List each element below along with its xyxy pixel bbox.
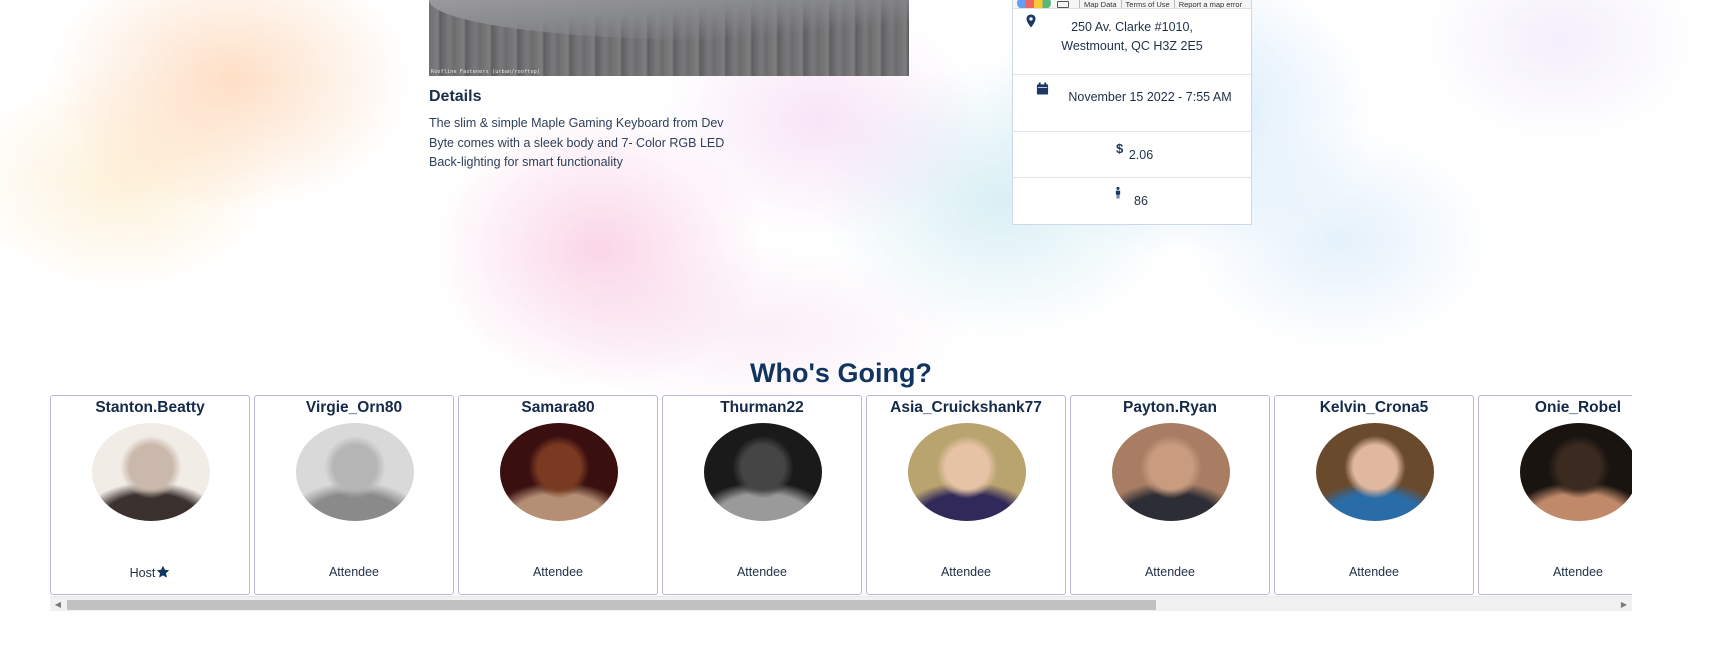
attendee-card[interactable]: Asia_Cruickshank77 Attendee — [866, 395, 1066, 595]
attendee-card[interactable]: Samara80 Attendee — [458, 395, 658, 595]
avatar[interactable] — [92, 423, 210, 521]
attendee-role-label: Attendee — [459, 565, 657, 579]
details-section: Details The slim & simple Maple Gaming K… — [429, 88, 749, 173]
attendee-username[interactable]: Samara80 — [459, 399, 657, 417]
address-row: 250 Av. Clarke #1010, Westmount, QC H3Z … — [1013, 9, 1251, 75]
map-pin-icon — [1024, 14, 1038, 28]
attendee-role-label: Attendee — [1275, 565, 1473, 579]
attendee-card[interactable]: Stanton.Beatty Host — [50, 395, 250, 595]
star-icon — [156, 565, 170, 579]
attendee-count-row: 86 — [1013, 178, 1251, 224]
attendee-card[interactable]: Thurman22 Attendee — [662, 395, 862, 595]
whos-going-title: Who's Going? — [750, 358, 932, 388]
role-text: Attendee — [532, 565, 584, 579]
attendee-username[interactable]: Asia_Cruickshank77 — [867, 399, 1065, 417]
role-text: Attendee — [1348, 565, 1400, 579]
attendee-username[interactable]: Stanton.Beatty — [51, 399, 249, 417]
event-photo: Roofline Fasteners (urban/rooftop) — [429, 0, 909, 76]
scroll-left-arrow-icon[interactable]: ◀ — [53, 600, 63, 610]
role-text: Attendee — [1144, 565, 1196, 579]
event-datetime: November 15 2022 - 7:55 AM — [1068, 90, 1232, 104]
role-text: Attendee — [940, 565, 992, 579]
attendee-role-label: Attendee — [663, 565, 861, 579]
scroll-right-arrow-icon[interactable]: ▶ — [1619, 600, 1629, 610]
attendee-card[interactable]: Onie_Robel Attendee — [1478, 395, 1632, 595]
avatar[interactable] — [704, 423, 822, 521]
host-role-label: Host — [51, 565, 249, 580]
keyboard-shortcuts-icon[interactable] — [1057, 1, 1069, 8]
event-info-card: Map Data Terms of Use Report a map error 2… — [1012, 0, 1252, 225]
report-map-error-link[interactable]: Report a map error — [1173, 0, 1246, 8]
person-icon — [1112, 186, 1126, 200]
attendee-card[interactable]: Kelvin_Crona5 Attendee — [1274, 395, 1474, 595]
attendee-count: 86 — [1134, 194, 1148, 208]
role-text: Attendee — [328, 565, 380, 579]
attendee-cards: Stanton.Beatty Host Virgie_Orn80 Attendee Sa… — [50, 395, 1632, 595]
avatar[interactable] — [1520, 423, 1632, 521]
avatar[interactable] — [1316, 423, 1434, 521]
avatar[interactable] — [500, 423, 618, 521]
map-links: Map Data Terms of Use Report a map error — [1079, 0, 1246, 8]
price-row: $ 2.06 — [1013, 132, 1251, 178]
attendee-role-label: Attendee — [867, 565, 1065, 579]
details-heading: Details — [429, 88, 482, 105]
attendee-role-label: Attendee — [255, 565, 453, 579]
map-data-link[interactable]: Map Data — [1079, 0, 1121, 8]
event-price: 2.06 — [1128, 148, 1154, 162]
date-row: November 15 2022 - 7:55 AM — [1013, 75, 1251, 132]
attendee-username[interactable]: Kelvin_Crona5 — [1275, 399, 1473, 417]
avatar[interactable] — [296, 423, 414, 521]
attendee-role-label: Attendee — [1071, 565, 1269, 579]
role-text: Attendee — [1552, 565, 1604, 579]
calendar-icon — [1036, 82, 1050, 96]
attendee-username[interactable]: Virgie_Orn80 — [255, 399, 453, 417]
details-description: The slim & simple Maple Gaming Keyboard … — [429, 116, 725, 169]
scrollbar-thumb[interactable] — [67, 600, 1156, 610]
attendee-username[interactable]: Thurman22 — [663, 399, 861, 417]
attendee-carousel[interactable]: Stanton.Beatty Host Virgie_Orn80 Attendee Sa… — [50, 395, 1632, 613]
role-text: Host — [129, 566, 156, 580]
google-logo[interactable] — [1017, 0, 1051, 8]
avatar[interactable] — [1112, 423, 1230, 521]
attendee-card[interactable]: Virgie_Orn80 Attendee — [254, 395, 454, 595]
attendee-role-label: Attendee — [1479, 565, 1632, 579]
avatar[interactable] — [908, 423, 1026, 521]
address-line-1: 250 Av. Clarke #1010, — [1071, 20, 1193, 34]
map-attribution-bar: Map Data Terms of Use Report a map error — [1013, 0, 1251, 9]
horizontal-scrollbar[interactable]: ◀ ▶ — [50, 596, 1632, 611]
attendee-card[interactable]: Payton.Ryan Attendee — [1070, 395, 1270, 595]
attendee-username[interactable]: Onie_Robel — [1479, 399, 1632, 417]
photo-caption: Roofline Fasteners (urban/rooftop) — [431, 69, 541, 75]
dollar-icon: $ — [1116, 141, 1124, 156]
role-text: Attendee — [736, 565, 788, 579]
address-line-2: Westmount, QC H3Z 2E5 — [1061, 39, 1203, 53]
attendee-username[interactable]: Payton.Ryan — [1071, 399, 1269, 417]
terms-of-use-link[interactable]: Terms of Use — [1120, 0, 1174, 8]
